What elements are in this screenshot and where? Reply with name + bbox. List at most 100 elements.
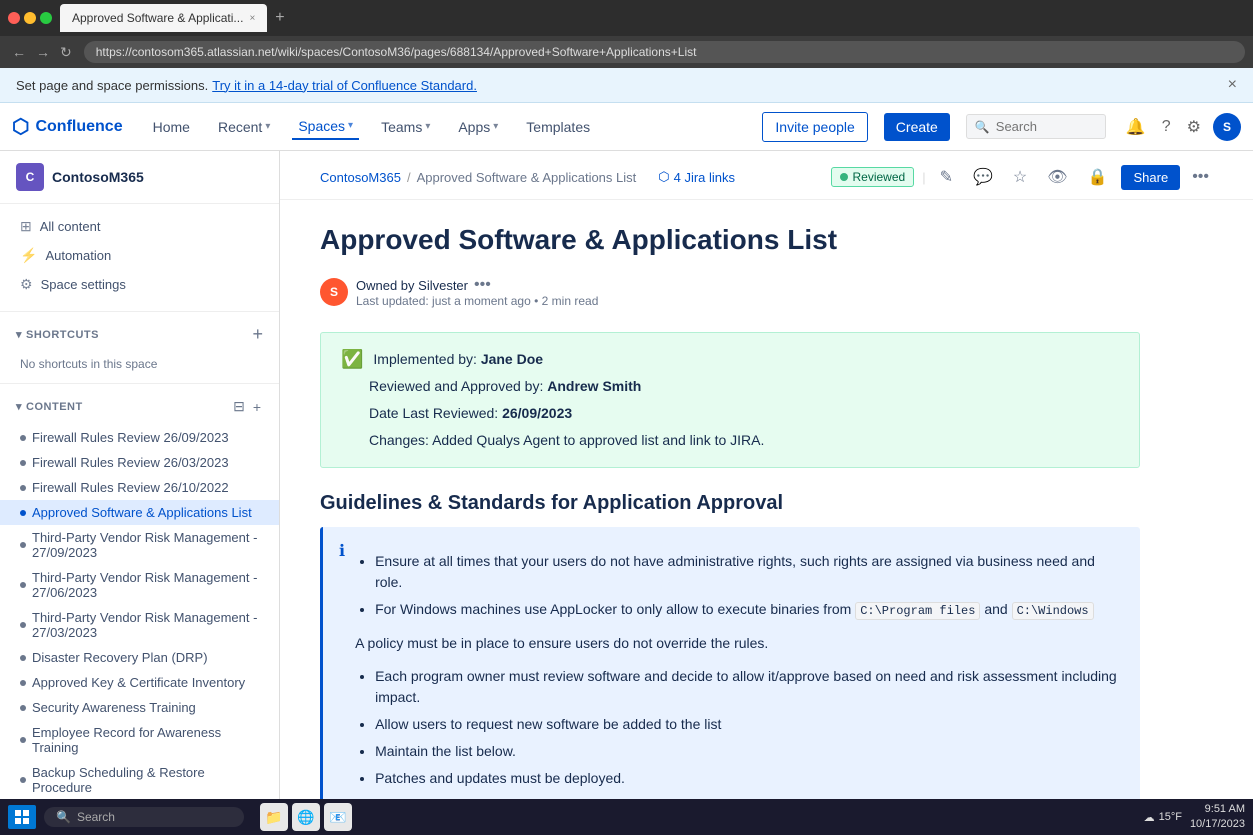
guidelines-panel: ℹ Ensure at all times that your users do… <box>320 527 1140 834</box>
nav-templates[interactable]: Templates <box>520 115 596 139</box>
address-input[interactable] <box>84 41 1245 63</box>
close-window-btn[interactable] <box>8 12 20 24</box>
tab-close-btn[interactable]: × <box>249 13 255 24</box>
bullet-icon <box>20 485 26 491</box>
refresh-btn[interactable]: ↻ <box>56 42 76 63</box>
add-content-btn[interactable]: + <box>251 396 263 417</box>
bullet-icon <box>20 777 26 783</box>
logo[interactable]: ⬡ Confluence <box>12 114 123 139</box>
star-btn[interactable]: ☆ <box>1007 163 1033 191</box>
filter-content-btn[interactable]: ⊟ <box>231 396 247 417</box>
back-btn[interactable]: ← <box>8 42 30 63</box>
add-shortcut-btn[interactable]: + <box>252 324 263 345</box>
nav-buttons: ← → ↻ <box>8 42 76 63</box>
sidebar-item-2[interactable]: Firewall Rules Review 26/10/2022 <box>0 475 279 500</box>
sidebar-item-7[interactable]: Disaster Recovery Plan (DRP) <box>0 645 279 670</box>
nav-home[interactable]: Home <box>147 115 196 139</box>
sidebar-item-9[interactable]: Security Awareness Training <box>0 695 279 720</box>
author-more-btn[interactable]: ••• <box>474 276 491 294</box>
more-options-btn[interactable]: ••• <box>1188 164 1213 190</box>
nav-teams[interactable]: Teams ▾ <box>375 115 436 139</box>
bullet-icon <box>20 655 26 661</box>
grid-icon: ⊞ <box>20 218 32 235</box>
taskbar-apps: 📁 🌐 📧 <box>260 803 352 831</box>
invite-people-btn[interactable]: Invite people <box>762 112 867 142</box>
guidelines-content: Ensure at all times that your users do n… <box>355 539 1124 834</box>
sidebar-item-automation[interactable]: ⚡ Automation <box>0 241 279 270</box>
taskbar-app-2[interactable]: 🌐 <box>292 803 320 831</box>
breadcrumb-separator: / <box>407 170 411 185</box>
watch-btn[interactable]: 👁 <box>1041 163 1073 191</box>
help-btn[interactable]: ? <box>1158 114 1175 140</box>
sidebar-item-5[interactable]: Third-Party Vendor Risk Management - 27/… <box>0 565 279 605</box>
breadcrumb: ContosoM365 / Approved Software & Applic… <box>280 151 1253 200</box>
reviewed-text: Reviewed and Approved by: Andrew Smith <box>369 376 641 397</box>
minimize-window-btn[interactable] <box>24 12 36 24</box>
nav-recent[interactable]: Recent ▾ <box>212 115 276 139</box>
logo-text: Confluence <box>35 118 122 136</box>
author-meta: Last updated: just a moment ago • 2 min … <box>356 294 598 308</box>
banner-close-btn[interactable]: × <box>1228 76 1237 94</box>
top-nav: ⬡ Confluence Home Recent ▾ Spaces ▾ Team… <box>0 103 1253 151</box>
share-btn[interactable]: Share <box>1121 165 1180 190</box>
reviewed-label: Reviewed <box>852 170 905 184</box>
sidebar-item-8[interactable]: Approved Key & Certificate Inventory <box>0 670 279 695</box>
search-box[interactable]: 🔍 <box>966 114 1106 139</box>
date-text: Date Last Reviewed: 26/09/2023 <box>369 403 572 424</box>
maximize-window-btn[interactable] <box>40 12 52 24</box>
sidebar-item-3[interactable]: Approved Software & Applications List <box>0 500 279 525</box>
sidebar-item-6[interactable]: Third-Party Vendor Risk Management - 27/… <box>0 605 279 645</box>
forward-btn[interactable]: → <box>32 42 54 63</box>
new-tab-btn[interactable]: + <box>271 9 288 27</box>
permission-banner: Set page and space permissions. Try it i… <box>0 68 1253 103</box>
start-btn[interactable] <box>8 805 36 829</box>
action-divider: | <box>922 170 925 185</box>
sidebar-item-4[interactable]: Third-Party Vendor Risk Management - 27/… <box>0 525 279 565</box>
info-row-implemented: ✅ Implemented by: Jane Doe <box>341 349 1119 370</box>
nav-apps[interactable]: Apps ▾ <box>452 115 504 139</box>
comment-btn[interactable]: 💬 <box>967 163 999 191</box>
jira-links[interactable]: ⬡ 4 Jira links <box>658 169 735 185</box>
taskbar-search[interactable]: 🔍 Search <box>44 807 244 827</box>
sidebar-item-10[interactable]: Employee Record for Awareness Training <box>0 720 279 760</box>
sidebar-divider-2 <box>0 383 279 384</box>
content-section-header: ▾ CONTENT ⊟ + <box>0 388 279 425</box>
taskbar-app-1[interactable]: 📁 <box>260 803 288 831</box>
author-info: Owned by Silvester ••• Last updated: jus… <box>356 276 598 308</box>
restrict-btn[interactable]: 🔒 <box>1082 163 1114 191</box>
bullet-icon <box>20 680 26 686</box>
window-controls <box>8 12 52 24</box>
banner-link[interactable]: Try it in a 14-day trial of Confluence S… <box>212 78 477 93</box>
sidebar-item-11[interactable]: Backup Scheduling & Restore Procedure <box>0 760 279 800</box>
implemented-text: Implemented by: Jane Doe <box>373 349 543 370</box>
create-btn[interactable]: Create <box>884 113 950 141</box>
chevron-down-icon-2: ▾ <box>16 400 22 413</box>
taskbar-search-icon: 🔍 <box>56 810 71 824</box>
teams-chevron: ▾ <box>425 121 430 132</box>
notifications-btn[interactable]: 🔔 <box>1122 113 1150 141</box>
section-heading: Guidelines & Standards for Application A… <box>320 492 1140 515</box>
user-avatar[interactable]: S <box>1213 113 1241 141</box>
search-input[interactable] <box>996 119 1086 134</box>
taskbar-app-3[interactable]: 📧 <box>324 803 352 831</box>
breadcrumb-space-link[interactable]: ContosoM365 <box>320 170 401 185</box>
sidebar: C ContosoM365 ⊞ All content ⚡ Automation… <box>0 151 280 834</box>
space-header[interactable]: C ContosoM365 <box>0 151 279 204</box>
active-tab[interactable]: Approved Software & Applicati... × <box>60 4 267 32</box>
sidebar-item-0[interactable]: Firewall Rules Review 26/09/2023 <box>0 425 279 450</box>
nav-spaces[interactable]: Spaces ▾ <box>292 114 359 140</box>
taskbar-right: ☁ 15°F 9:51 AM 10/17/2023 <box>1144 802 1245 833</box>
bullet-icon <box>20 582 26 588</box>
page-content: Approved Software & Applications List S … <box>280 200 1180 834</box>
sidebar-item-1[interactable]: Firewall Rules Review 26/03/2023 <box>0 450 279 475</box>
bullet-icon <box>20 737 26 743</box>
content-actions: ⊟ + <box>231 396 263 417</box>
nav-icons: 🔔 ? ⚙ S <box>1122 113 1241 141</box>
edit-btn[interactable]: ✎ <box>934 163 959 191</box>
breadcrumb-actions: Reviewed | ✎ 💬 ☆ 👁 🔒 Share ••• <box>831 163 1213 191</box>
info-row-reviewed: Reviewed and Approved by: Andrew Smith <box>369 376 1119 397</box>
sidebar-item-space-settings[interactable]: ⚙ Space settings <box>0 270 279 299</box>
taskbar-weather: ☁ 15°F <box>1144 811 1182 824</box>
settings-btn[interactable]: ⚙ <box>1183 113 1205 141</box>
sidebar-item-all-content[interactable]: ⊞ All content <box>0 212 279 241</box>
